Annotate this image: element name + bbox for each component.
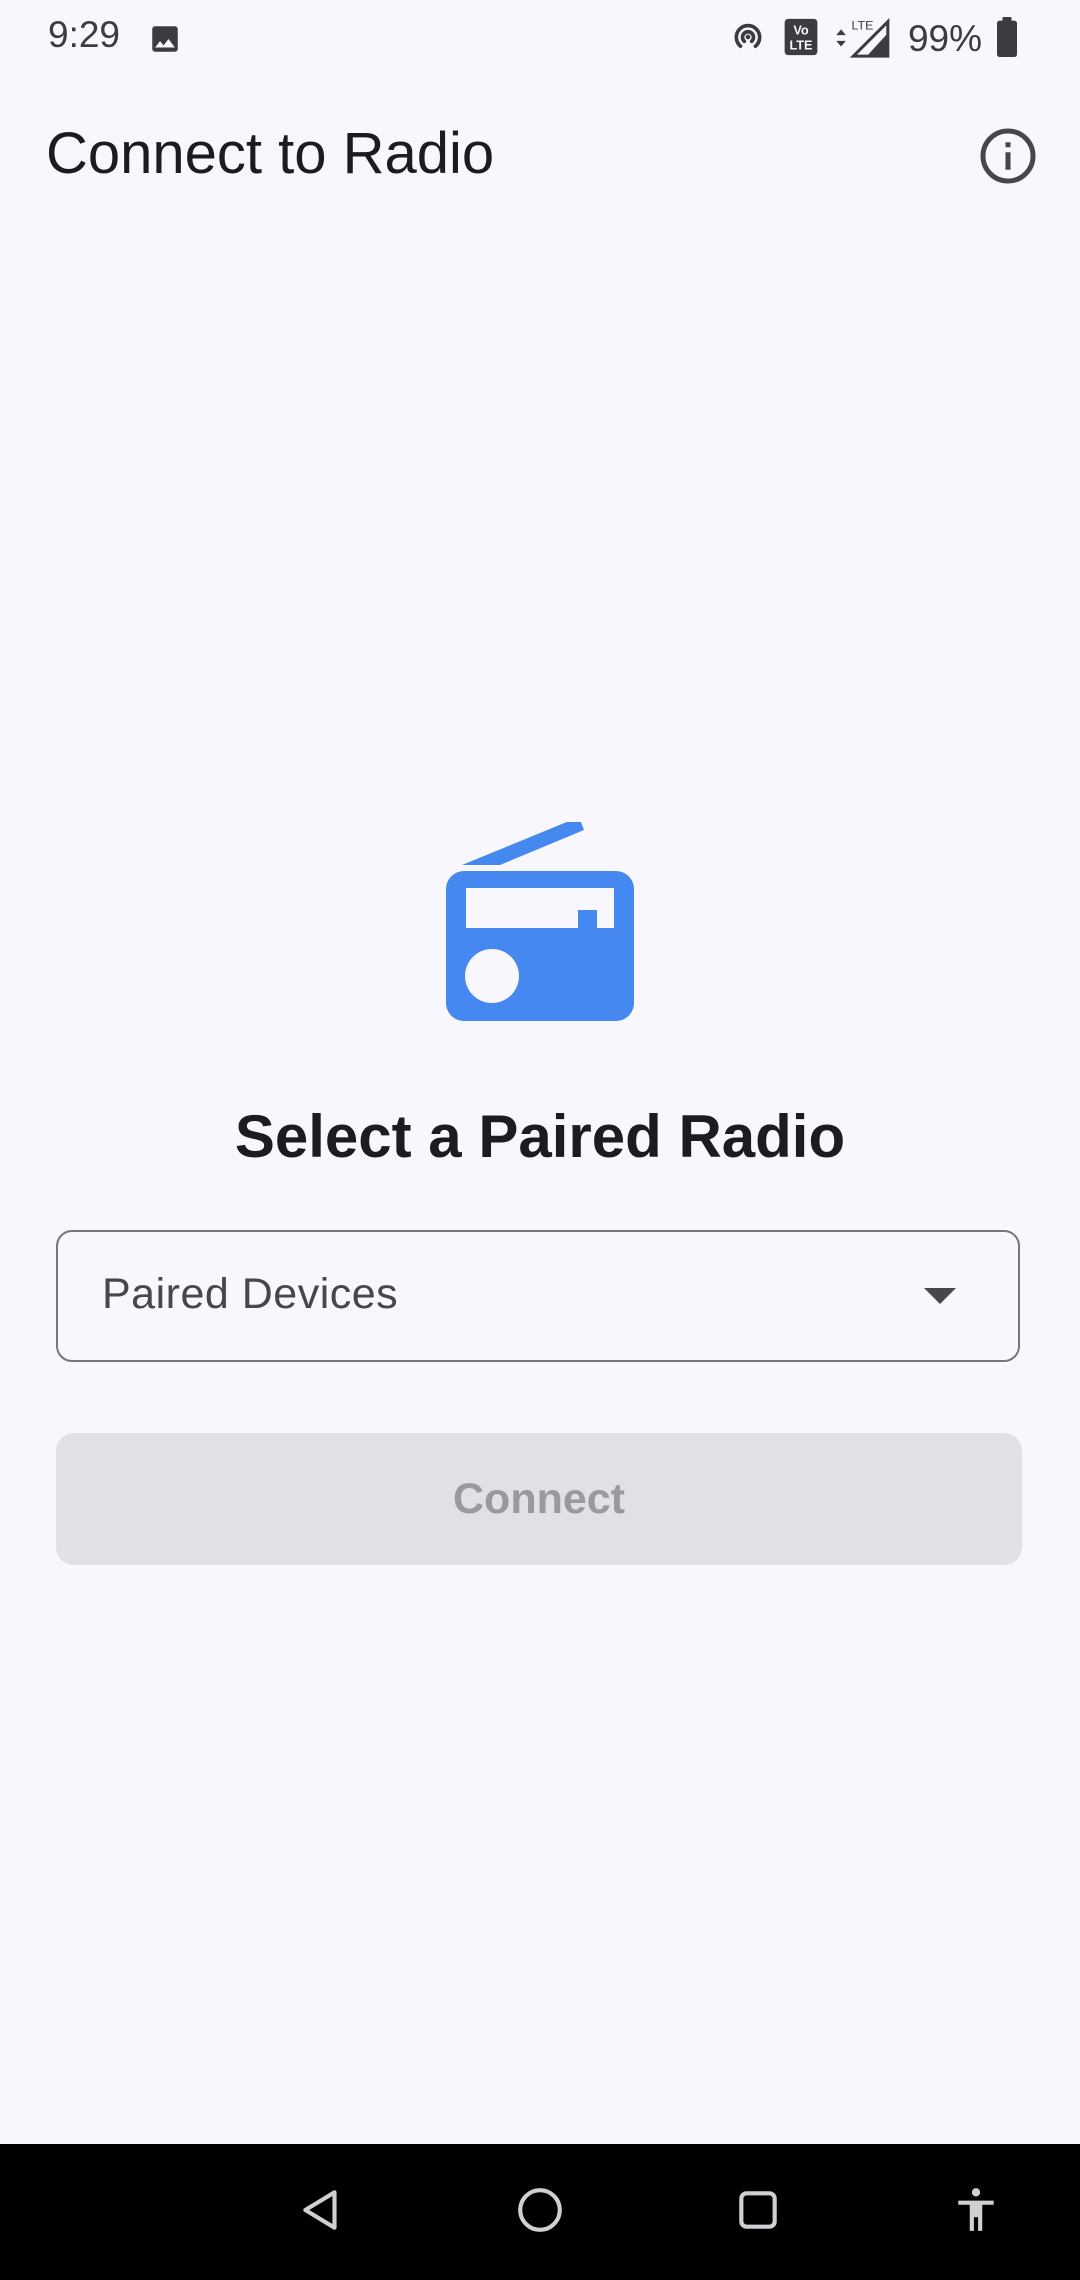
back-icon (297, 2185, 347, 2240)
recents-icon (733, 2185, 783, 2240)
home-button[interactable] (510, 2182, 570, 2242)
back-button[interactable] (292, 2182, 352, 2242)
select-radio-heading: Select a Paired Radio (234, 1103, 846, 1170)
status-time: 9:29 (48, 14, 121, 55)
app-bar: Connect to Radio (0, 100, 1080, 220)
app-screen: 9:29 Vo LTE LTE 99% Connect to Radio Sel… (0, 0, 1080, 2280)
volte-icon: Vo LTE (782, 17, 820, 62)
hotspot-icon (728, 17, 768, 62)
paired-devices-dropdown[interactable]: Paired Devices (56, 1230, 1020, 1362)
connect-button[interactable]: Connect (56, 1433, 1022, 1565)
dropdown-selected-text: Paired Devices (102, 1270, 399, 1318)
gallery-icon (148, 22, 182, 61)
info-icon (978, 126, 1038, 191)
radio-icon (440, 817, 640, 1022)
svg-text:LTE: LTE (851, 18, 873, 32)
battery-icon (996, 16, 1018, 62)
accessibility-button[interactable] (946, 2182, 1006, 2242)
svg-text:Vo: Vo (793, 22, 809, 37)
home-icon (515, 2185, 565, 2240)
lte-signal-icon: LTE (834, 16, 892, 63)
connect-button-label: Connect (453, 1474, 625, 1523)
recents-button[interactable] (728, 2182, 788, 2242)
status-bar: 9:29 Vo LTE LTE 99% (0, 0, 1080, 76)
info-button[interactable] (972, 122, 1044, 194)
dropdown-arrow-icon (924, 1288, 956, 1304)
status-icons: Vo LTE LTE 99% (728, 16, 1018, 62)
accessibility-icon (951, 2185, 1001, 2240)
svg-text:LTE: LTE (789, 37, 812, 52)
system-nav-bar (0, 2144, 1080, 2280)
battery-percentage: 99% (907, 18, 982, 59)
page-title: Connect to Radio (46, 121, 495, 186)
